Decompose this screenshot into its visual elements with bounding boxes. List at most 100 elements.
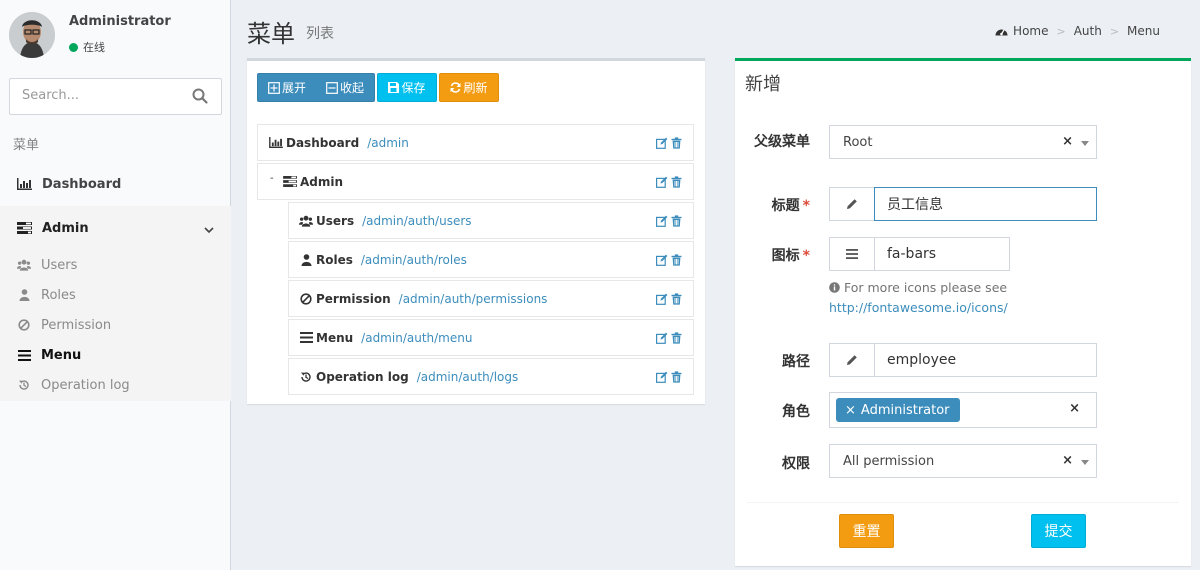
trash-icon[interactable] — [671, 215, 683, 227]
collapse-button[interactable]: 收起 — [316, 74, 374, 101]
tree-item-path: /admin/auth/roles — [360, 252, 467, 267]
bar-chart-icon — [269, 137, 283, 148]
tree-item-path: /admin — [367, 135, 409, 150]
sidebar-item-roles[interactable]: Roles — [0, 280, 231, 310]
breadcrumb-auth[interactable]: Auth — [1074, 24, 1102, 38]
item-actions — [656, 176, 683, 188]
parent-select[interactable]: Root × — [829, 125, 1097, 159]
sidebar-item-menu[interactable]: Menu — [0, 340, 231, 370]
icon-input[interactable] — [874, 237, 1010, 271]
role-tag-label: Administrator — [860, 402, 950, 418]
dropdown-arrow-icon — [1081, 141, 1089, 146]
edit-icon[interactable] — [656, 254, 668, 266]
breadcrumb: Home > Auth > Menu — [995, 24, 1160, 38]
online-dot-icon — [69, 42, 78, 52]
clear-icon[interactable]: × — [1062, 453, 1073, 468]
refresh-label: 刷新 — [463, 81, 488, 95]
edit-icon[interactable] — [656, 215, 668, 227]
tree-item-operation-log[interactable]: Operation log /admin/auth/logs — [288, 358, 694, 395]
history-icon — [17, 379, 31, 391]
sidebar-item-label: Menu — [41, 347, 82, 363]
save-label: 保存 — [401, 81, 426, 95]
save-button[interactable]: 保存 — [377, 73, 437, 102]
sidebar-item-operation-log[interactable]: Operation log — [0, 370, 231, 400]
tree-item-menu[interactable]: Menu /admin/auth/menu — [288, 319, 694, 356]
role-tag: × Administrator — [836, 398, 960, 422]
tree-item-users[interactable]: Users /admin/auth/users — [288, 202, 694, 239]
trash-icon[interactable] — [671, 137, 683, 149]
sidebar-item-permission[interactable]: Permission — [0, 310, 231, 340]
sidebar-item-label: Roles — [41, 287, 76, 303]
search-icon[interactable] — [191, 87, 211, 107]
user-panel: Administrator 在线 — [0, 0, 231, 70]
item-actions — [656, 371, 683, 383]
edit-icon[interactable] — [656, 332, 668, 344]
uri-label: 路径 — [782, 354, 810, 370]
ban-icon — [17, 319, 31, 331]
trash-icon[interactable] — [671, 176, 683, 188]
tree-item-roles[interactable]: Roles /admin/auth/roles — [288, 241, 694, 278]
sidebar-item-users[interactable]: Users — [0, 250, 231, 280]
bars-icon — [299, 332, 313, 343]
trash-icon[interactable] — [671, 371, 683, 383]
breadcrumb-home[interactable]: Home — [1013, 24, 1048, 38]
title-label: 标题 * — [771, 198, 810, 214]
remove-tag-icon[interactable]: × — [845, 403, 856, 418]
user-icon — [299, 253, 313, 266]
expand-button[interactable]: 展开 — [258, 74, 316, 101]
icon-input-group — [829, 237, 1010, 271]
info-icon — [829, 282, 840, 293]
tree-item-dashboard[interactable]: Dashboard /admin — [257, 124, 694, 161]
trash-icon[interactable] — [671, 332, 683, 344]
chevron-down-icon — [204, 223, 214, 238]
permission-select[interactable]: All permission × — [829, 444, 1097, 478]
tree-item-path: /admin/auth/permissions — [398, 291, 548, 306]
trash-icon[interactable] — [671, 293, 683, 305]
roles-label: 角色 — [782, 404, 810, 420]
clear-icon[interactable]: × — [1062, 134, 1073, 149]
users-icon — [299, 215, 313, 227]
form-title: 新增 — [745, 74, 781, 95]
tree-item-admin[interactable]: - Admin — [257, 163, 694, 200]
fontawesome-link[interactable]: http://fontawesome.io/icons/ — [829, 300, 1008, 315]
history-icon — [299, 371, 313, 383]
sidebar-header: 菜单 — [13, 138, 40, 153]
sidebar-item-admin[interactable]: Admin — [0, 206, 231, 250]
clear-icon[interactable]: × — [1069, 401, 1080, 416]
item-actions — [656, 293, 683, 305]
collapse-icon[interactable]: - — [270, 173, 274, 184]
edit-icon[interactable] — [656, 293, 668, 305]
tree-item-label: Roles — [316, 252, 353, 267]
sidebar-item-dashboard[interactable]: Dashboard — [0, 169, 231, 199]
sidebar-item-label: Permission — [41, 317, 112, 333]
minus-square-icon — [326, 81, 338, 94]
users-icon — [17, 259, 31, 271]
parent-value: Root — [843, 135, 873, 150]
search-input[interactable] — [22, 88, 182, 103]
bar-chart-icon — [16, 177, 32, 191]
permission-label: 权限 — [782, 456, 810, 472]
sidebar-item-label: Users — [41, 257, 78, 273]
trash-icon[interactable] — [671, 254, 683, 266]
title-input[interactable] — [874, 187, 1097, 221]
breadcrumb-separator: > — [1056, 24, 1066, 38]
uri-input[interactable] — [874, 343, 1097, 377]
refresh-button[interactable]: 刷新 — [439, 73, 499, 102]
dashboard-icon — [995, 26, 1008, 37]
user-status: 在线 — [69, 39, 105, 55]
sidebar-search — [9, 78, 222, 115]
submit-button[interactable]: 提交 — [1031, 514, 1086, 548]
reset-button[interactable]: 重置 — [839, 514, 894, 548]
edit-icon[interactable] — [656, 371, 668, 383]
roles-select[interactable]: × Administrator × — [829, 392, 1097, 428]
edit-icon[interactable] — [656, 176, 668, 188]
item-actions — [656, 215, 683, 227]
tree-item-permission[interactable]: Permission /admin/auth/permissions — [288, 280, 694, 317]
tasks-icon — [16, 221, 32, 235]
uri-input-group — [829, 343, 1097, 377]
tree-item-label: Admin — [300, 174, 344, 189]
expand-label: 展开 — [281, 81, 306, 95]
title-input-group — [829, 187, 1097, 221]
edit-icon[interactable] — [656, 137, 668, 149]
help-text: For more icons please see — [843, 280, 1008, 295]
